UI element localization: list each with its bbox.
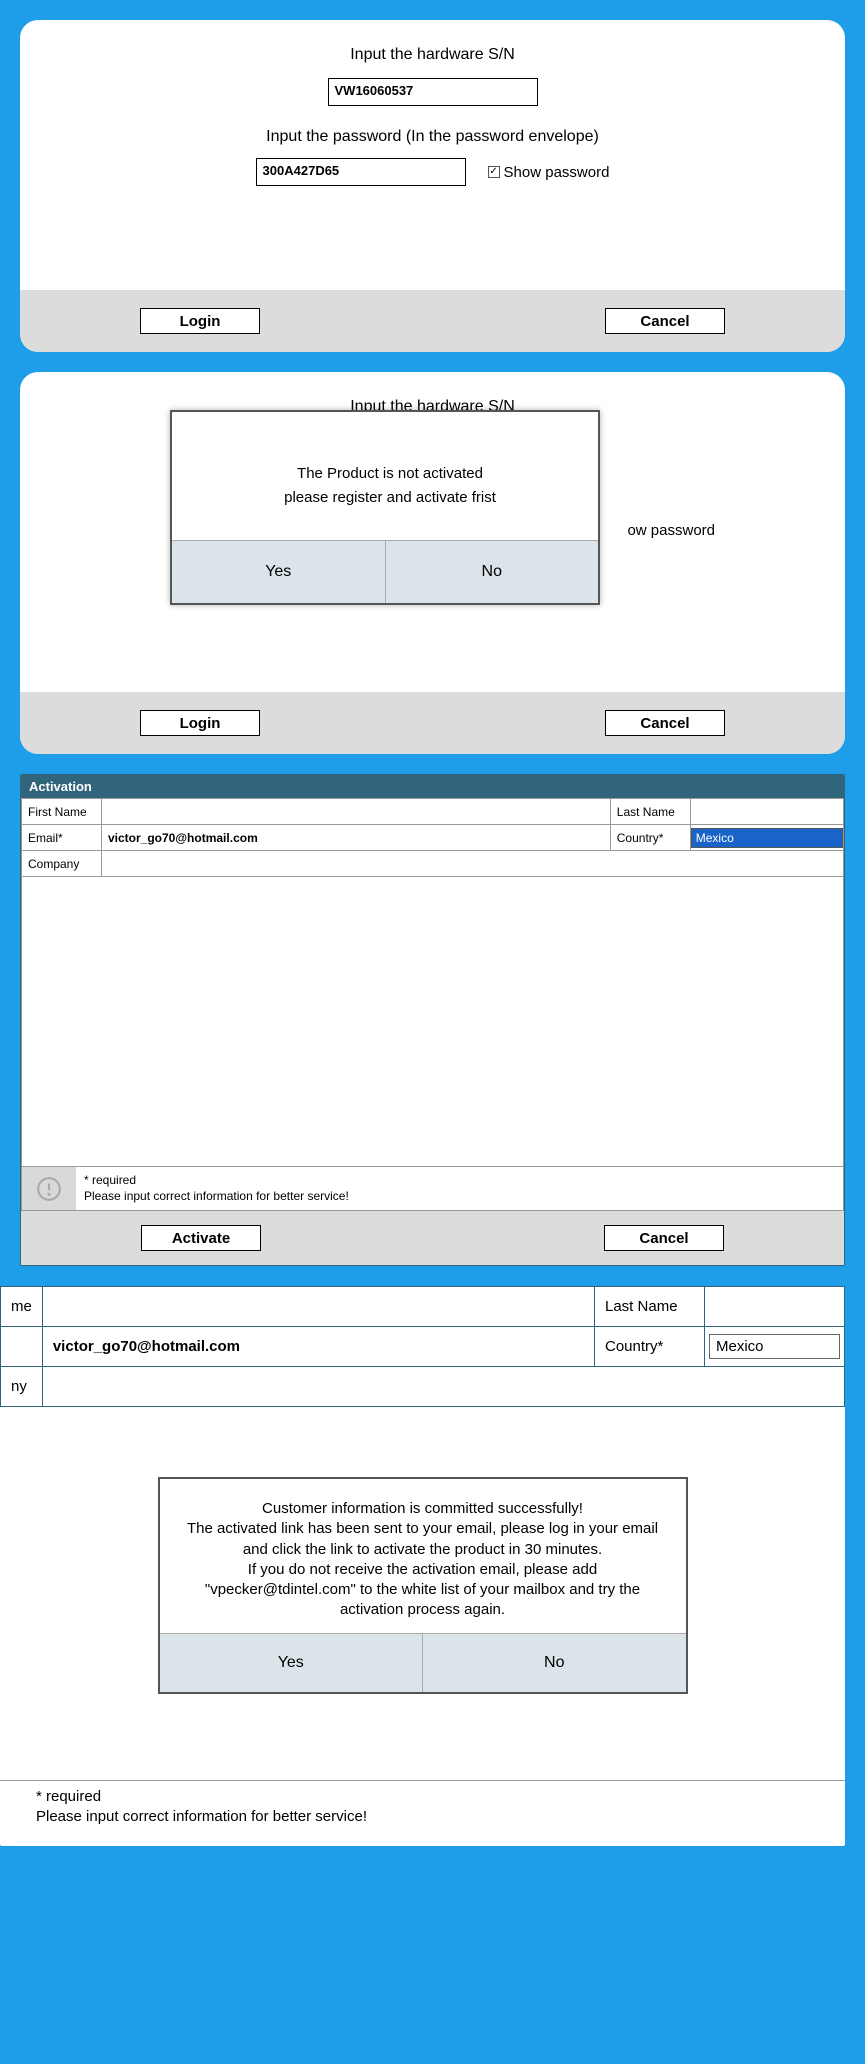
success-no-button[interactable]: No: [422, 1634, 686, 1692]
activation-success-panel: me Last Name victor_go70@hotmail.com Cou…: [0, 1286, 845, 1846]
required-hint: Please input correct information for bet…: [36, 1807, 835, 1827]
country-label: Country*: [595, 1327, 705, 1367]
country-select[interactable]: Mexico: [691, 828, 843, 848]
first-name-label: First Name: [22, 799, 102, 825]
email-input[interactable]: victor_go70@hotmail.com: [102, 825, 611, 851]
email-label: Email*: [22, 825, 102, 851]
pwd-label: Input the password (In the password enve…: [40, 128, 825, 146]
login-button[interactable]: Login: [140, 710, 260, 736]
cancel-button[interactable]: Cancel: [605, 308, 725, 334]
required-hint: Please input correct information for bet…: [84, 1189, 835, 1205]
company-input[interactable]: [102, 851, 844, 877]
first-name-input[interactable]: [42, 1287, 594, 1327]
login-panel-2: Input the hardware S/N ow password The P…: [20, 372, 845, 754]
login-button[interactable]: Login: [140, 308, 260, 334]
company-label: Company: [22, 851, 102, 877]
modal-msg-line1: The Product is not activated: [212, 462, 568, 486]
last-name-input[interactable]: [705, 1287, 845, 1327]
sn-label: Input the hardware S/N: [40, 46, 825, 64]
required-label: * required: [36, 1787, 835, 1807]
success-modal: Customer information is committed succes…: [158, 1477, 688, 1694]
country-label: Country*: [610, 825, 690, 851]
first-name-input[interactable]: [102, 799, 611, 825]
cancel-button[interactable]: Cancel: [605, 710, 725, 736]
success-yes-button[interactable]: Yes: [160, 1634, 423, 1692]
modal-yes-button[interactable]: Yes: [172, 541, 385, 603]
info-icon: [22, 1167, 76, 1210]
modal-no-button[interactable]: No: [385, 541, 599, 603]
email-value[interactable]: victor_go70@hotmail.com: [42, 1327, 594, 1367]
activation-panel: Activation First Name Last Name Email* v…: [20, 774, 845, 1266]
success-line1: Customer information is committed succes…: [180, 1499, 666, 1519]
last-name-label: Last Name: [610, 799, 690, 825]
required-label: * required: [84, 1173, 835, 1189]
show-password-label: Show password: [504, 164, 610, 181]
login-panel-1: Input the hardware S/N VW16060537 Input …: [20, 20, 845, 352]
first-name-label-partial: me: [1, 1287, 43, 1327]
last-name-label: Last Name: [595, 1287, 705, 1327]
show-password-checkbox[interactable]: ✓: [488, 166, 500, 178]
cancel-button[interactable]: Cancel: [604, 1225, 724, 1251]
activation-title: Activation: [21, 775, 844, 798]
pwd-input[interactable]: 300A427D65: [256, 158, 466, 186]
country-select[interactable]: Mexico: [709, 1334, 840, 1359]
company-label-partial: ny: [1, 1367, 43, 1407]
activation-blank-area: [21, 877, 844, 1167]
last-name-input[interactable]: [690, 799, 843, 825]
modal-msg-line2: please register and activate frist: [212, 486, 568, 510]
success-line3: If you do not receive the activation ema…: [180, 1560, 666, 1621]
success-line2: The activated link has been sent to your…: [180, 1519, 666, 1560]
show-password-partial: ow password: [627, 522, 715, 539]
activate-button[interactable]: Activate: [141, 1225, 261, 1251]
sn-input[interactable]: VW16060537: [328, 78, 538, 106]
activation-prompt-modal: The Product is not activated please regi…: [170, 410, 600, 605]
company-input[interactable]: [42, 1367, 844, 1407]
